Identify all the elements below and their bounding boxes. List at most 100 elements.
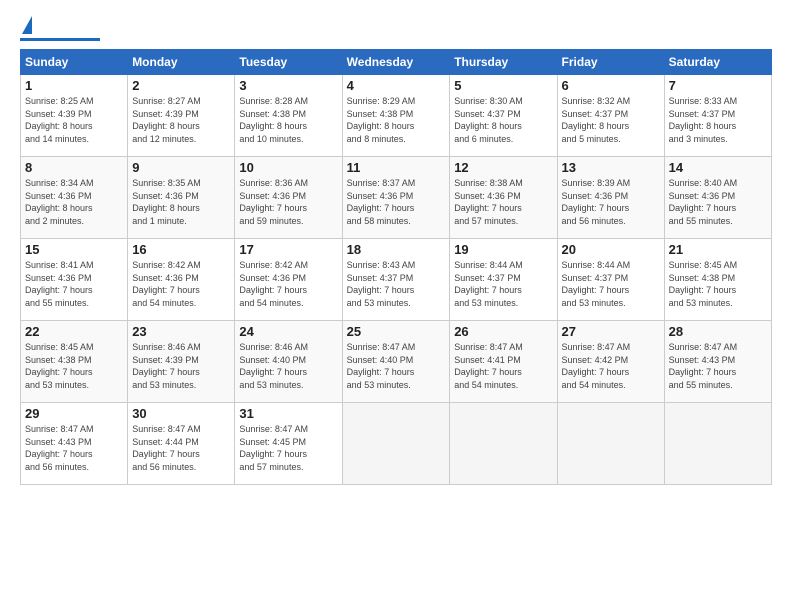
calendar-week-5: 29 Sunrise: 8:47 AMSunset: 4:43 PMDayligh… [21, 403, 772, 485]
day-number: 30 [132, 406, 230, 421]
day-number: 8 [25, 160, 123, 175]
calendar-day-22: 22 Sunrise: 8:45 AMSunset: 4:38 PMDayligh… [21, 321, 128, 403]
day-info: Sunrise: 8:47 AMSunset: 4:45 PMDaylight:… [239, 423, 337, 473]
calendar-day-10: 10Sunrise: 8:36 AMSunset: 4:36 PMDayligh… [235, 157, 342, 239]
calendar-week-4: 22 Sunrise: 8:45 AMSunset: 4:38 PMDayligh… [21, 321, 772, 403]
day-info: Sunrise: 8:32 AMSunset: 4:37 PMDaylight:… [562, 95, 660, 145]
day-info: Sunrise: 8:46 AMSunset: 4:40 PMDaylight:… [239, 341, 337, 391]
calendar-day-8: 8 Sunrise: 8:34 AMSunset: 4:36 PMDaylight… [21, 157, 128, 239]
calendar-day-25: 25 Sunrise: 8:47 AMSunset: 4:40 PMDayligh… [342, 321, 450, 403]
calendar-week-3: 15 Sunrise: 8:41 AMSunset: 4:36 PMDayligh… [21, 239, 772, 321]
calendar-day-3: 3 Sunrise: 8:28 AMSunset: 4:38 PMDaylight… [235, 75, 342, 157]
calendar-day-2: 2 Sunrise: 8:27 AMSunset: 4:39 PMDaylight… [128, 75, 235, 157]
calendar-week-2: 8 Sunrise: 8:34 AMSunset: 4:36 PMDaylight… [21, 157, 772, 239]
day-info: Sunrise: 8:47 AMSunset: 4:40 PMDaylight:… [347, 341, 446, 391]
calendar-table: SundayMondayTuesdayWednesdayThursdayFrid… [20, 49, 772, 485]
day-number: 31 [239, 406, 337, 421]
logo-underline [20, 38, 100, 41]
day-info: Sunrise: 8:42 AMSunset: 4:36 PMDaylight:… [239, 259, 337, 309]
day-info: Sunrise: 8:38 AMSunset: 4:36 PMDaylight:… [454, 177, 552, 227]
weekday-header-monday: Monday [128, 50, 235, 75]
day-number: 1 [25, 78, 123, 93]
calendar-day-20: 20Sunrise: 8:44 AMSunset: 4:37 PMDayligh… [557, 239, 664, 321]
day-info: Sunrise: 8:28 AMSunset: 4:38 PMDaylight:… [239, 95, 337, 145]
day-number: 23 [132, 324, 230, 339]
calendar-day-26: 26 Sunrise: 8:47 AMSunset: 4:41 PMDayligh… [450, 321, 557, 403]
logo [20, 18, 100, 41]
day-number: 2 [132, 78, 230, 93]
day-info: Sunrise: 8:43 AMSunset: 4:37 PMDaylight:… [347, 259, 446, 309]
calendar-day-6: 6 Sunrise: 8:32 AMSunset: 4:37 PMDaylight… [557, 75, 664, 157]
day-number: 22 [25, 324, 123, 339]
day-number: 24 [239, 324, 337, 339]
day-number: 14 [669, 160, 767, 175]
page: SundayMondayTuesdayWednesdayThursdayFrid… [0, 0, 792, 612]
day-number: 26 [454, 324, 552, 339]
day-number: 3 [239, 78, 337, 93]
calendar-day-27: 27Sunrise: 8:47 AMSunset: 4:42 PMDayligh… [557, 321, 664, 403]
day-info: Sunrise: 8:29 AMSunset: 4:38 PMDaylight:… [347, 95, 446, 145]
day-info: Sunrise: 8:25 AMSunset: 4:39 PMDaylight:… [25, 95, 123, 145]
day-info: Sunrise: 8:47 AMSunset: 4:41 PMDaylight:… [454, 341, 552, 391]
calendar-day-19: 19 Sunrise: 8:44 AMSunset: 4:37 PMDayligh… [450, 239, 557, 321]
day-info: Sunrise: 8:42 AMSunset: 4:36 PMDaylight:… [132, 259, 230, 309]
calendar-day-21: 21 Sunrise: 8:45 AMSunset: 4:38 PMDayligh… [664, 239, 771, 321]
day-number: 9 [132, 160, 230, 175]
day-number: 17 [239, 242, 337, 257]
day-number: 29 [25, 406, 123, 421]
weekday-header-wednesday: Wednesday [342, 50, 450, 75]
header [20, 18, 772, 41]
day-info: Sunrise: 8:47 AMSunset: 4:43 PMDaylight:… [669, 341, 767, 391]
day-number: 4 [347, 78, 446, 93]
logo-triangle-icon [22, 16, 32, 34]
day-number: 15 [25, 242, 123, 257]
day-number: 5 [454, 78, 552, 93]
calendar-day-24: 24 Sunrise: 8:46 AMSunset: 4:40 PMDayligh… [235, 321, 342, 403]
day-number: 6 [562, 78, 660, 93]
day-info: Sunrise: 8:33 AMSunset: 4:37 PMDaylight:… [669, 95, 767, 145]
calendar-day-11: 11Sunrise: 8:37 AMSunset: 4:36 PMDayligh… [342, 157, 450, 239]
calendar-day-13: 13 Sunrise: 8:39 AMSunset: 4:36 PMDayligh… [557, 157, 664, 239]
calendar-day-empty [342, 403, 450, 485]
day-info: Sunrise: 8:45 AMSunset: 4:38 PMDaylight:… [669, 259, 767, 309]
day-info: Sunrise: 8:44 AMSunset: 4:37 PMDaylight:… [454, 259, 552, 309]
calendar-day-23: 23Sunrise: 8:46 AMSunset: 4:39 PMDayligh… [128, 321, 235, 403]
day-info: Sunrise: 8:47 AMSunset: 4:43 PMDaylight:… [25, 423, 123, 473]
day-info: Sunrise: 8:41 AMSunset: 4:36 PMDaylight:… [25, 259, 123, 309]
calendar-day-12: 12 Sunrise: 8:38 AMSunset: 4:36 PMDayligh… [450, 157, 557, 239]
calendar-day-31: 31 Sunrise: 8:47 AMSunset: 4:45 PMDayligh… [235, 403, 342, 485]
calendar-week-1: 1 Sunrise: 8:25 AMSunset: 4:39 PMDaylight… [21, 75, 772, 157]
day-info: Sunrise: 8:40 AMSunset: 4:36 PMDaylight:… [669, 177, 767, 227]
day-number: 19 [454, 242, 552, 257]
day-info: Sunrise: 8:39 AMSunset: 4:36 PMDaylight:… [562, 177, 660, 227]
day-number: 7 [669, 78, 767, 93]
calendar-day-empty [450, 403, 557, 485]
day-info: Sunrise: 8:30 AMSunset: 4:37 PMDaylight:… [454, 95, 552, 145]
day-info: Sunrise: 8:45 AMSunset: 4:38 PMDaylight:… [25, 341, 123, 391]
day-number: 13 [562, 160, 660, 175]
calendar-day-28: 28 Sunrise: 8:47 AMSunset: 4:43 PMDayligh… [664, 321, 771, 403]
day-number: 27 [562, 324, 660, 339]
day-info: Sunrise: 8:35 AMSunset: 4:36 PMDaylight:… [132, 177, 230, 227]
weekday-header-friday: Friday [557, 50, 664, 75]
day-number: 21 [669, 242, 767, 257]
day-number: 11 [347, 160, 446, 175]
day-info: Sunrise: 8:47 AMSunset: 4:44 PMDaylight:… [132, 423, 230, 473]
calendar-day-29: 29 Sunrise: 8:47 AMSunset: 4:43 PMDayligh… [21, 403, 128, 485]
calendar-day-18: 18Sunrise: 8:43 AMSunset: 4:37 PMDayligh… [342, 239, 450, 321]
calendar-day-5: 5 Sunrise: 8:30 AMSunset: 4:37 PMDaylight… [450, 75, 557, 157]
day-info: Sunrise: 8:27 AMSunset: 4:39 PMDaylight:… [132, 95, 230, 145]
weekday-header-saturday: Saturday [664, 50, 771, 75]
day-info: Sunrise: 8:36 AMSunset: 4:36 PMDaylight:… [239, 177, 337, 227]
calendar-header-row: SundayMondayTuesdayWednesdayThursdayFrid… [21, 50, 772, 75]
logo-text [20, 18, 32, 36]
day-info: Sunrise: 8:44 AMSunset: 4:37 PMDaylight:… [562, 259, 660, 309]
day-number: 12 [454, 160, 552, 175]
calendar-day-empty [664, 403, 771, 485]
calendar-day-16: 16Sunrise: 8:42 AMSunset: 4:36 PMDayligh… [128, 239, 235, 321]
weekday-header-tuesday: Tuesday [235, 50, 342, 75]
day-number: 28 [669, 324, 767, 339]
calendar-day-1: 1 Sunrise: 8:25 AMSunset: 4:39 PMDaylight… [21, 75, 128, 157]
day-number: 25 [347, 324, 446, 339]
day-info: Sunrise: 8:34 AMSunset: 4:36 PMDaylight:… [25, 177, 123, 227]
